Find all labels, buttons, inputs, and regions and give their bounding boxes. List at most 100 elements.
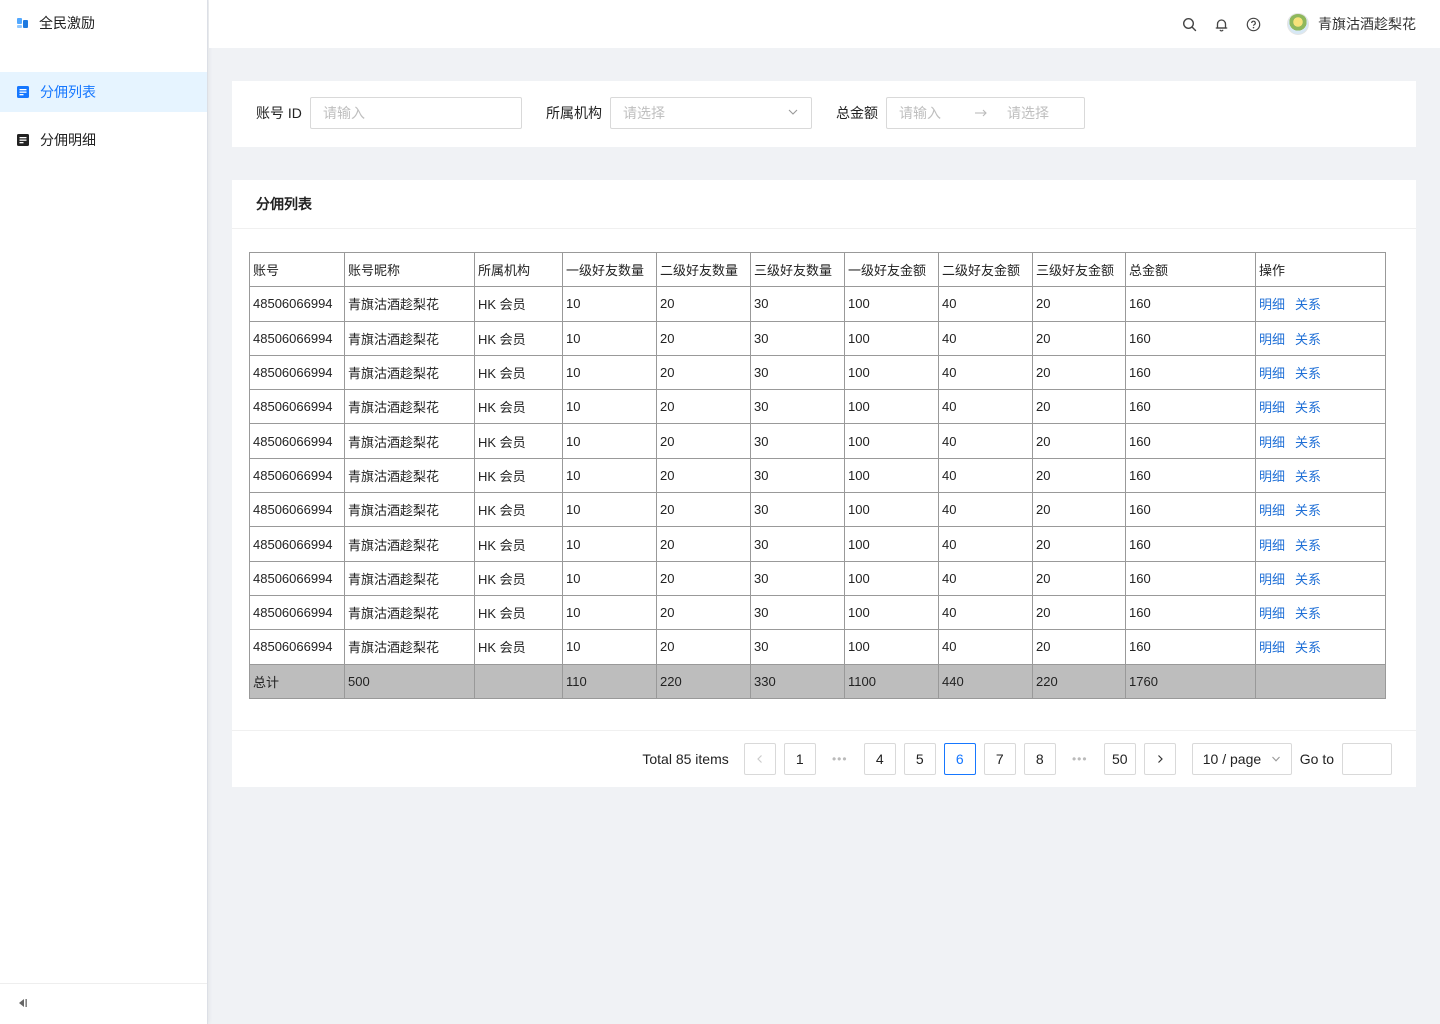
action-cell: 明细 关系 [1255,389,1386,425]
account-id-input[interactable] [310,97,522,129]
table-cell: 100 [844,560,939,596]
page-8-button[interactable]: 8 [1023,743,1056,775]
relation-link[interactable]: 关系 [1295,538,1321,553]
relation-link[interactable]: 关系 [1295,332,1321,347]
total-items: Total 85 items [642,751,729,767]
table-cell: 10 [562,457,657,494]
pagination: Total 85 items 1 ••• 4 5 6 7 8 ••• 50 10 / page … [642,743,1392,775]
detail-link[interactable]: 明细 [1259,469,1285,484]
table-cell: 30 [750,389,845,425]
table-cell: 10 [562,320,657,356]
detail-link[interactable]: 明细 [1259,503,1285,518]
divider [232,228,1416,229]
detail-link[interactable]: 明细 [1259,400,1285,415]
relation-link[interactable]: 关系 [1295,435,1321,450]
table-row: 48506066994 青旗沽酒趁梨花 HK 会员 10 20 30 100 40 20 160 明… [249,492,1386,528]
table-row: 48506066994 青旗沽酒趁梨花 HK 会员 10 20 30 100 40 20 160 明… [249,629,1386,665]
table-row: 48506066994 青旗沽酒趁梨花 HK 会员 10 20 30 100 40 20 160 明… [249,526,1386,562]
table-header: 账号 账号昵称 所属机构 一级好友数量 二级好友数量 三级好友数量 一级好友金额 二级好友金额… [249,251,1386,288]
table-cell: HK 会员 [474,594,563,631]
detail-link[interactable]: 明细 [1259,366,1285,381]
detail-link[interactable]: 明细 [1259,572,1285,587]
table-cell: 10 [562,389,657,425]
table-cell: 40 [938,389,1033,425]
table-cell: 10 [562,629,657,665]
next-page-button[interactable] [1143,743,1176,775]
table-cell: 30 [750,286,845,322]
table-cell: 青旗沽酒趁梨花 [344,594,475,631]
page-ellipsis[interactable]: ••• [823,743,856,775]
table-cell: 10 [562,594,657,631]
sidebar-item-commission-list[interactable]: 分佣列表 [0,72,207,112]
page-size-select[interactable]: 10 / page [1191,743,1292,775]
relation-link[interactable]: 关系 [1295,297,1321,312]
help-icon[interactable] [1245,16,1261,32]
goto-page-input[interactable] [1342,743,1392,775]
divider [232,730,1416,731]
search-icon[interactable] [1181,16,1197,32]
app-logo[interactable]: 全民激励 [16,12,95,34]
action-cell: 明细 关系 [1255,354,1386,391]
sidebar-item-label: 分佣明细 [40,132,96,148]
relation-link[interactable]: 关系 [1295,469,1321,484]
amount-from-input[interactable] [887,99,967,127]
detail-doc-icon [16,133,30,147]
total-cell: 220 [1032,663,1126,699]
table-cell: 10 [562,560,657,596]
page-4-button[interactable]: 4 [863,743,896,775]
total-cell: 总计 [249,663,345,699]
detail-link[interactable]: 明细 [1259,538,1285,553]
detail-link[interactable]: 明细 [1259,606,1285,621]
table-cell: 青旗沽酒趁梨花 [344,526,475,562]
table-cell: 10 [562,526,657,562]
detail-link[interactable]: 明细 [1259,297,1285,312]
table-cell: 40 [938,526,1033,562]
org-select[interactable]: 请选择 [610,97,812,129]
list-doc-icon [16,85,30,99]
relation-link[interactable]: 关系 [1295,640,1321,655]
table-cell: 青旗沽酒趁梨花 [344,389,475,425]
page-5-button[interactable]: 5 [903,743,936,775]
sidebar-item-commission-detail[interactable]: 分佣明细 [0,120,207,160]
relation-link[interactable]: 关系 [1295,400,1321,415]
table-cell: 30 [750,354,845,391]
action-cell: 明细 关系 [1255,560,1386,596]
table-cell: 30 [750,526,845,562]
table-cell: 青旗沽酒趁梨花 [344,320,475,356]
bell-icon[interactable] [1213,16,1229,32]
page-1-button[interactable]: 1 [783,743,816,775]
relation-link[interactable]: 关系 [1295,366,1321,381]
table-cell: 40 [938,560,1033,596]
table-cell: 160 [1125,389,1256,425]
table-cell: 青旗沽酒趁梨花 [344,492,475,528]
relation-link[interactable]: 关系 [1295,503,1321,518]
detail-link[interactable]: 明细 [1259,435,1285,450]
sidebar-item-label: 分佣列表 [40,84,96,100]
table-cell: 20 [656,389,751,425]
table-cell: 30 [750,560,845,596]
table-cell: 48506066994 [249,629,345,665]
detail-link[interactable]: 明细 [1259,640,1285,655]
table-cell: 160 [1125,526,1256,562]
prev-page-button[interactable] [743,743,776,775]
table-cell: 20 [1032,389,1126,425]
table-cell: 40 [938,629,1033,665]
page-6-button[interactable]: 6 [943,743,976,775]
column-header: 账号 [249,251,345,288]
relation-link[interactable]: 关系 [1295,606,1321,621]
amount-to-input[interactable] [995,99,1075,127]
table-cell: 160 [1125,629,1256,665]
detail-link[interactable]: 明细 [1259,332,1285,347]
page-50-button[interactable]: 50 [1103,743,1136,775]
table-cell: HK 会员 [474,286,563,322]
relation-link[interactable]: 关系 [1295,572,1321,587]
collapse-sidebar-button[interactable] [0,983,207,1024]
user-menu[interactable]: 青旗沽酒趁梨花 [1287,13,1416,35]
page-7-button[interactable]: 7 [983,743,1016,775]
table-cell: 30 [750,457,845,494]
page-ellipsis[interactable]: ••• [1063,743,1096,775]
total-cell: 440 [938,663,1033,699]
table-cell: HK 会员 [474,423,563,459]
chevron-down-icon [1271,751,1281,767]
table-cell: 100 [844,286,939,322]
